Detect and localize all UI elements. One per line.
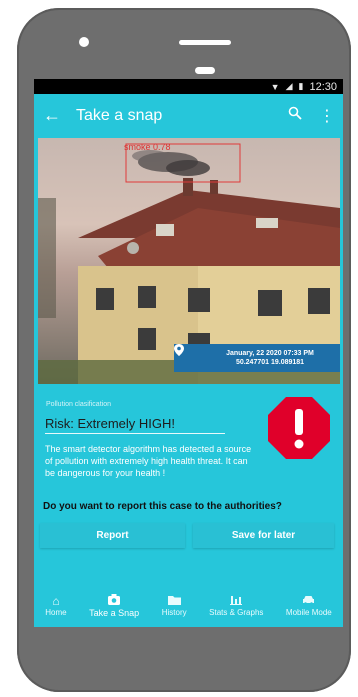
snap-photo: smoke 0.78 January, 22 2020 07:33 PM 50.… [38,138,340,384]
home-icon: ⌂ [52,594,60,608]
report-question: Do you want to report this case to the a… [43,501,282,512]
battery-icon: ▮ [298,81,304,91]
arrow-left-icon[interactable]: ← [34,105,70,126]
report-button[interactable]: Report [40,523,185,548]
classification-panel: Pollution clasification Risk: Extremely … [34,384,343,584]
speaker-grille [179,40,231,45]
app-screen: ▼ ◢ ▮ 12:30 ← Take a snap ⋮ smoke 0.78 J… [34,79,343,627]
page-title: Take a snap [76,106,163,124]
search-icon[interactable] [279,106,311,125]
nav-label: Stats & Graphs [209,608,264,617]
nav-mobile-mode[interactable]: Mobile Mode [286,594,332,617]
status-bar: ▼ ◢ ▮ 12:30 [34,79,343,94]
status-time: 12:30 [309,80,337,93]
camera-icon [108,593,121,608]
nav-history[interactable]: History [162,594,187,617]
nav-take-a-snap[interactable]: Take a Snap [89,593,140,618]
more-vert-icon[interactable]: ⋮ [311,106,343,126]
nav-stats-graphs[interactable]: Stats & Graphs [209,594,263,617]
nav-label: Home [45,608,67,617]
nav-label: Take a Snap [89,607,140,618]
nav-home[interactable]: ⌂ Home [45,594,66,617]
risk-description: The smart detector algorithm has detecte… [45,444,252,478]
geo-tag-text: January, 22 2020 07:33 PM 50.247701 19.0… [198,349,340,367]
geo-tag: January, 22 2020 07:33 PM 50.247701 19.0… [174,344,340,372]
signal-icon: ◢ [285,81,293,91]
app-bar: ← Take a snap ⋮ [34,94,343,137]
save-for-later-button[interactable]: Save for later [193,523,334,548]
risk-level: Risk: Extremely HIGH! [45,416,225,434]
car-icon [302,594,315,608]
nav-label: Mobile Mode [285,608,332,617]
front-camera [79,37,89,47]
detection-label: smoke 0.78 [124,142,171,152]
bottom-navigation: ⌂ Home Take a Snap History Stats & Graph… [34,584,343,627]
folder-icon [167,594,181,608]
alert-octagon-icon [268,397,330,459]
geo-date: January, 22 2020 07:33 PM [226,350,314,357]
classification-label: Pollution clasification [46,401,111,408]
bar-chart-icon [230,594,243,608]
nav-label: History [161,608,187,617]
sensor-slot [195,67,215,74]
wifi-icon: ▼ [270,81,280,92]
geo-coords: 50.247701 19.089181 [235,359,305,366]
